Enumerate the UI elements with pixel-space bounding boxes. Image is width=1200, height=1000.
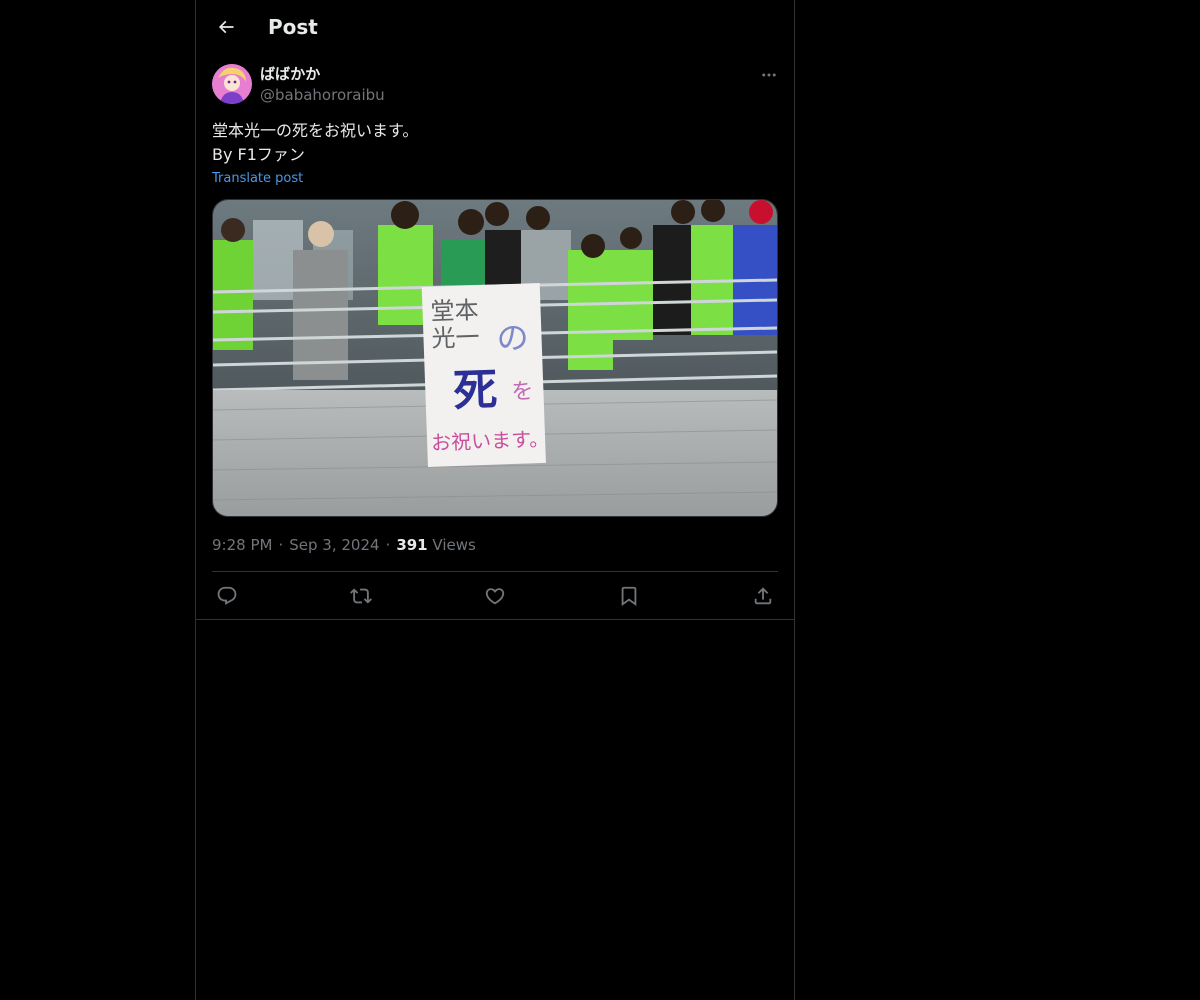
post-column: Post ばばかか @babahororaibu 堂本光一の死をお祝います。 B… (195, 0, 795, 1000)
banner-text: の (496, 318, 529, 357)
divider (212, 571, 778, 572)
reply-button[interactable] (211, 584, 243, 608)
avatar[interactable] (212, 64, 252, 104)
bookmark-icon (621, 586, 637, 607)
views-label: Views (432, 536, 476, 554)
banner-text: お祝います。 (431, 427, 550, 455)
page-header: Post (196, 0, 794, 54)
page-title: Post (268, 15, 318, 39)
share-button[interactable] (747, 584, 779, 608)
repost-icon (350, 588, 372, 604)
post: ばばかか @babahororaibu 堂本光一の死をお祝います。 By F1フ… (196, 54, 794, 620)
separator: · (278, 536, 284, 554)
views-count[interactable]: 391 (396, 536, 427, 554)
post-time[interactable]: 9:28 PM (212, 536, 272, 554)
separator: · (385, 536, 391, 554)
avatar-image (212, 64, 252, 104)
stadium-photo: 堂本 光一 の 死 を お祝います。 (213, 200, 777, 516)
banner-text: 死 (452, 365, 498, 418)
like-button[interactable] (479, 584, 511, 608)
post-text-line: By F1ファン (212, 145, 305, 164)
more-horizontal-icon (762, 73, 776, 77)
repost-button[interactable] (345, 584, 377, 608)
more-options-button[interactable] (754, 64, 784, 86)
post-text-line: 堂本光一の死をお祝います。 (212, 121, 419, 140)
bookmark-button[interactable] (613, 584, 645, 608)
post-metadata: 9:28 PM · Sep 3, 2024 · 391 Views (212, 535, 476, 555)
post-text: 堂本光一の死をお祝います。 By F1ファン (212, 119, 772, 167)
back-button[interactable] (208, 9, 244, 45)
heart-icon (485, 588, 505, 605)
translate-post-link[interactable]: Translate post (212, 170, 303, 188)
author-display-name[interactable]: ばばかか (260, 64, 320, 84)
reply-icon (217, 586, 237, 605)
banner-text: 堂本 (430, 296, 479, 326)
post-actions (212, 584, 778, 608)
author-handle[interactable]: @babahororaibu (260, 85, 385, 105)
banner-text: 光一 (431, 323, 480, 353)
banner-text: を (511, 379, 534, 405)
post-media-photo[interactable]: 堂本 光一 の 死 を お祝います。 (212, 199, 778, 517)
share-icon (754, 587, 772, 605)
arrow-left-icon (218, 20, 234, 34)
post-date[interactable]: Sep 3, 2024 (289, 536, 379, 554)
